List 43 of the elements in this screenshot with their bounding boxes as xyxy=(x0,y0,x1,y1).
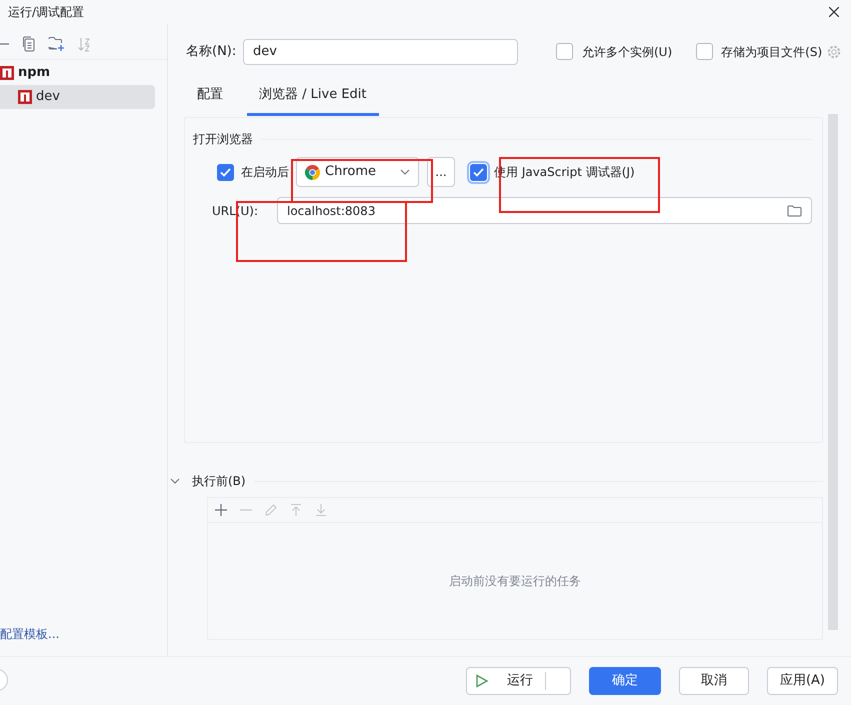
tab[interactable]: 浏览器 / Live Edit xyxy=(247,76,378,116)
dialog-button[interactable]: 取消 xyxy=(678,667,749,695)
check-icon xyxy=(473,168,484,176)
chrome-icon xyxy=(305,164,320,180)
more-button[interactable]: ... xyxy=(427,157,455,187)
move-up-icon[interactable] xyxy=(289,503,303,517)
url-field[interactable]: localhost:8083 xyxy=(277,197,812,224)
ok-button[interactable]: 确定 xyxy=(588,667,661,695)
close-icon[interactable] xyxy=(829,7,839,17)
move-down-icon[interactable] xyxy=(314,503,328,517)
checkbox-label: 在启动后 xyxy=(241,164,290,181)
section-title: 打开浏览器 xyxy=(193,131,253,148)
add-icon[interactable] xyxy=(214,503,228,517)
tree-item[interactable]: npm xyxy=(0,61,155,85)
option-label: 存储为项目文件(S) xyxy=(721,44,822,60)
npm-icon xyxy=(18,90,32,104)
copy-icon[interactable] xyxy=(22,36,36,52)
name-label: 名称(N): xyxy=(186,42,238,61)
dialog-button[interactable]: 应用(A) xyxy=(766,667,838,695)
chevron-down-icon[interactable] xyxy=(170,478,180,484)
edit-templates-link[interactable]: 配置模板... xyxy=(0,625,167,643)
sort-icon[interactable] xyxy=(77,36,91,52)
folder-icon[interactable] xyxy=(787,204,802,216)
scrollbar[interactable] xyxy=(828,114,838,630)
checkbox[interactable] xyxy=(696,43,714,60)
name-field[interactable]: dev xyxy=(243,38,518,64)
tree-item[interactable]: dev xyxy=(0,85,155,109)
chevron-down-icon xyxy=(400,169,410,175)
empty-text: 启动前没有要运行的任务 xyxy=(449,573,581,590)
option-label: 允许多个实例(U) xyxy=(582,44,672,60)
play-icon xyxy=(474,674,489,688)
new-folder-icon[interactable] xyxy=(48,36,65,51)
pencil-icon[interactable] xyxy=(264,503,278,517)
window-title: 运行/调试配置 xyxy=(8,4,84,21)
check-icon xyxy=(220,168,231,176)
run-button[interactable]: 运行 xyxy=(466,667,571,695)
browser-select[interactable]: Chrome xyxy=(296,157,419,187)
checkbox[interactable] xyxy=(556,43,573,60)
checkbox[interactable] xyxy=(217,164,234,180)
gear-icon[interactable] xyxy=(827,44,842,58)
tab[interactable]: 配置 xyxy=(185,76,235,116)
checkbox[interactable] xyxy=(470,164,487,180)
section-title: 执行前(B) xyxy=(192,473,246,490)
